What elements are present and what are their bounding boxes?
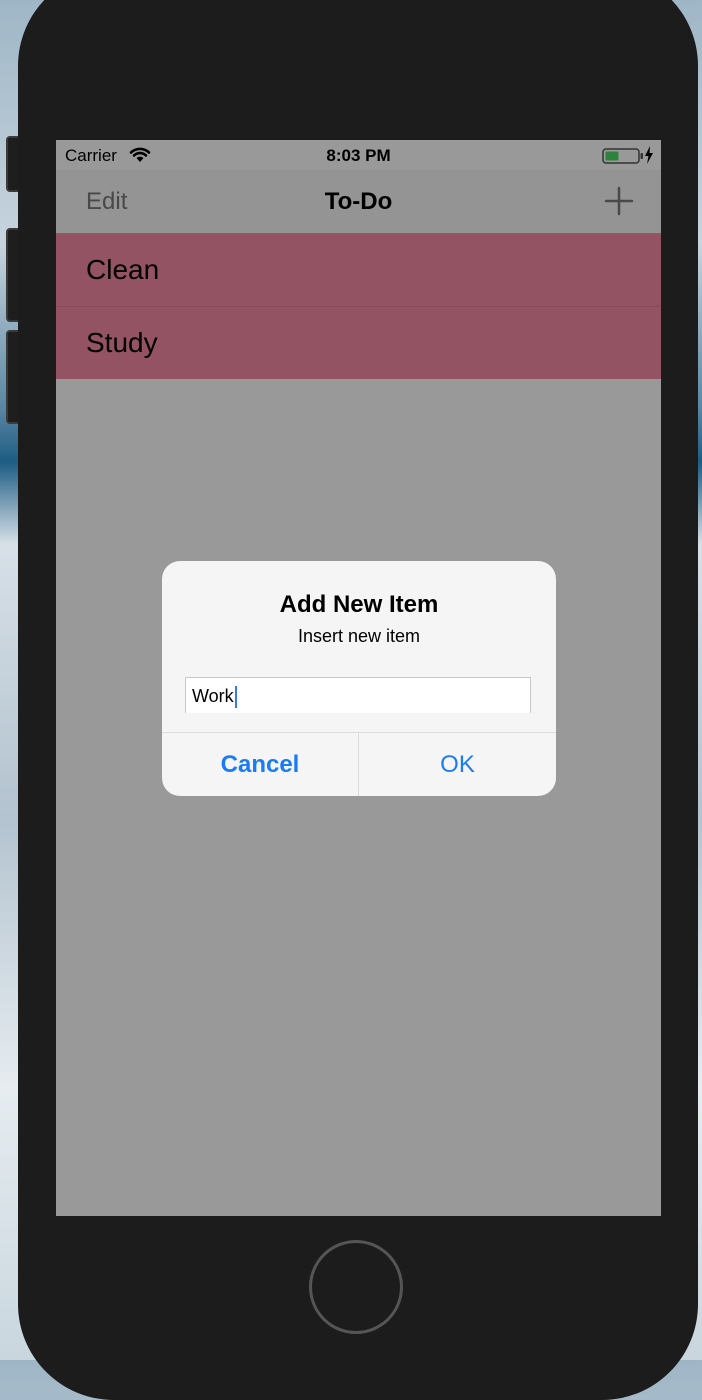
alert-message: Insert new item — [297, 626, 421, 646]
new-item-input[interactable]: Work — [185, 677, 531, 713]
ok-button[interactable]: OK — [359, 733, 556, 796]
home-button[interactable] — [309, 1240, 403, 1334]
alert-title: Add New Item — [279, 591, 439, 618]
text-caret — [234, 686, 237, 709]
new-item-input-value: Work — [192, 686, 234, 706]
screen: Carrier 8:03 PM Edit To-Do Clean Study A… — [56, 140, 661, 1216]
add-item-alert: Add New Item Insert new item Work Cancel… — [162, 561, 556, 796]
cancel-button[interactable]: Cancel — [162, 733, 358, 796]
